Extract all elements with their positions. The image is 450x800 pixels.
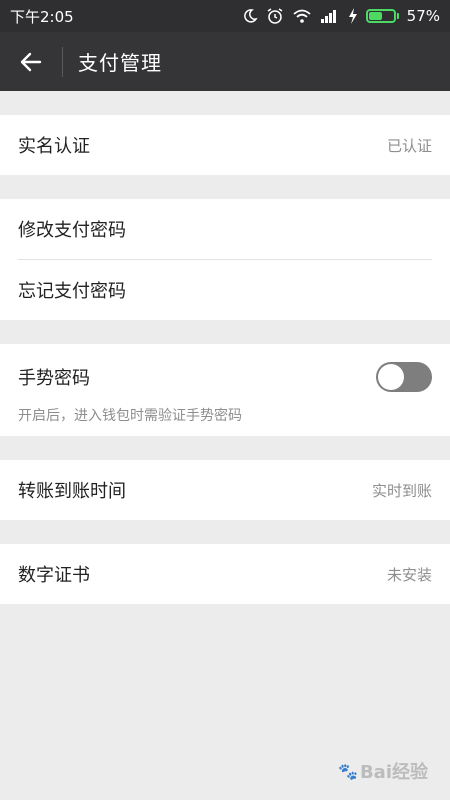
transfer-time-value: 实时到账: [371, 481, 432, 500]
status-bar: 下午2:05 57%: [0, 0, 450, 32]
modify-password-label: 修改支付密码: [18, 220, 126, 241]
real-name-row[interactable]: 实名认证 已认证: [0, 115, 450, 175]
group-gesture: 手势密码 开启后，进入钱包时需验证手势密码: [0, 344, 450, 436]
gesture-password-label: 手势密码: [18, 368, 90, 389]
paw-icon: 🐾: [338, 761, 358, 781]
gesture-password-toggle[interactable]: [376, 362, 432, 392]
status-time: 下午2:05: [10, 7, 74, 26]
watermark-logo: 🐾 Bai经验: [338, 758, 428, 784]
wifi-icon: [292, 8, 312, 24]
gesture-password-description: 开启后，进入钱包时需验证手势密码: [18, 408, 242, 424]
alarm-icon: [266, 7, 284, 25]
charging-icon: [348, 8, 358, 24]
arrow-left-icon: [20, 52, 42, 71]
real-name-status: 已认证: [386, 136, 432, 155]
signal-icon: [320, 9, 340, 23]
app-bar-divider: [62, 46, 63, 77]
group-transfer: 转账到账时间 实时到账: [0, 460, 450, 520]
app-bar: 支付管理: [0, 32, 450, 91]
page-title: 支付管理: [78, 51, 162, 75]
moon-icon: [242, 8, 258, 24]
certificate-status: 未安装: [386, 565, 432, 584]
toggle-knob: [378, 364, 404, 390]
group-password: 修改支付密码 忘记支付密码: [0, 199, 450, 320]
real-name-label: 实名认证: [18, 136, 90, 157]
modify-password-row[interactable]: 修改支付密码: [0, 199, 450, 259]
battery-icon: [365, 9, 399, 23]
group-real-name: 实名认证 已认证: [0, 115, 450, 175]
back-button[interactable]: [0, 32, 62, 91]
transfer-time-row[interactable]: 转账到账时间 实时到账: [0, 460, 450, 520]
certificate-label: 数字证书: [18, 565, 90, 586]
battery-percent: 57%: [406, 7, 440, 25]
group-certificate: 数字证书 未安装: [0, 544, 450, 604]
transfer-time-label: 转账到账时间: [18, 481, 126, 502]
gesture-password-row: 手势密码 开启后，进入钱包时需验证手势密码: [0, 344, 450, 436]
forgot-password-row[interactable]: 忘记支付密码: [0, 260, 450, 320]
forgot-password-label: 忘记支付密码: [18, 281, 126, 302]
watermark-text: Bai经验: [359, 762, 428, 783]
certificate-row[interactable]: 数字证书 未安装: [0, 544, 450, 604]
status-icons: 57%: [242, 7, 440, 25]
